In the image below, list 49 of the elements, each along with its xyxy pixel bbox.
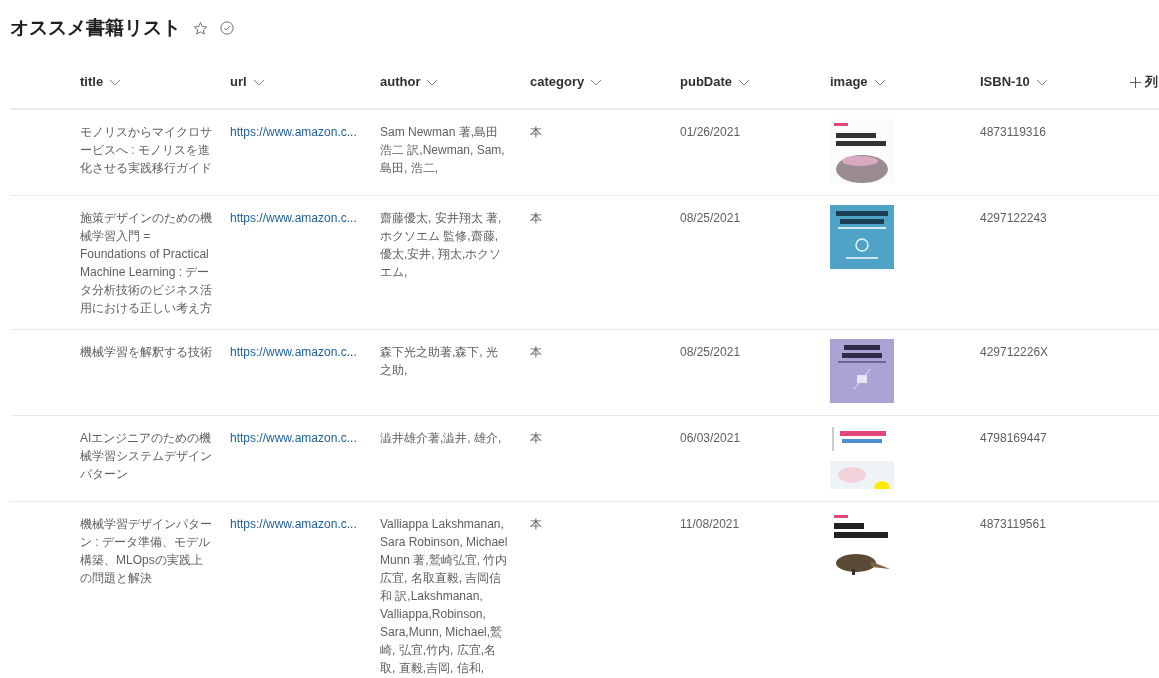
isbn-cell: 4873119561 [980, 517, 1046, 531]
url-link[interactable]: https://www.amazon.c... [230, 125, 357, 139]
column-header[interactable]: title [80, 72, 122, 92]
date-cell: 11/08/2021 [680, 517, 740, 531]
column-header[interactable]: pubDate [680, 72, 750, 92]
category-cell: 本 [530, 345, 542, 359]
column-header[interactable]: category [530, 72, 603, 92]
check-circle-icon [220, 21, 234, 35]
url-link[interactable]: https://www.amazon.c... [230, 517, 357, 531]
date-cell: 08/25/2021 [680, 211, 741, 225]
date-cell: 01/26/2021 [680, 125, 741, 139]
add-column-button[interactable]: 列 [1130, 72, 1158, 92]
category-cell: 本 [530, 125, 542, 139]
url-link[interactable]: https://www.amazon.c... [230, 431, 357, 445]
isbn-cell: 429712226X [980, 345, 1049, 359]
chevron-down-icon [109, 78, 122, 86]
title-cell-text: 機械学習を解釈する技術 [80, 344, 212, 361]
isbn-cell: 4297122243 [980, 211, 1047, 225]
column-header[interactable]: image [830, 72, 886, 92]
category-cell: 本 [530, 211, 542, 225]
column-header[interactable]: author [380, 72, 439, 92]
category-cell: 本 [530, 517, 542, 531]
chevron-down-icon [252, 78, 265, 86]
chevron-down-icon [1035, 78, 1048, 86]
author-cell-text: 森下光之助著,森下, 光之助, [380, 344, 499, 379]
column-header[interactable]: url [230, 72, 265, 92]
title-cell-text: 機械学習デザインパターン : データ準備、モデル構築、MLOpsの実践上の問題と解決 [80, 516, 212, 587]
url-link[interactable]: https://www.amazon.c... [230, 345, 357, 359]
title-cell-text: モノリスからマイクロサービスへ : モノリスを進化させる実践移行ガイド [80, 124, 212, 177]
author-cell-text: Sam Newman 著,島田浩二 訳,Newman, Sam,島田, 浩二, [380, 124, 506, 177]
author-cell-text: 齋藤優太, 安井翔太 著, ホクソエム 監修,齋藤, 優太,安井, 翔太,ホクソエム, [380, 210, 503, 281]
title-cell-text: AIエンジニアのための機械学習システムデザインパターン [80, 430, 212, 483]
plus-icon [1130, 76, 1141, 88]
title-cell-text: 施策デザインのための機械学習入門 = Foundations of Practical Machine Learning : データ分析技術のビジネス活用における正しい考え方 [80, 210, 212, 317]
list-title: オススメ書籍リスト [10, 15, 181, 40]
isbn-cell: 4798169447 [980, 431, 1047, 445]
isbn-cell: 4873119316 [980, 125, 1046, 139]
url-link[interactable]: https://www.amazon.c... [230, 211, 357, 225]
date-cell: 08/25/2021 [680, 345, 741, 359]
date-cell: 06/03/2021 [680, 431, 741, 445]
chevron-down-icon [426, 78, 439, 86]
author-cell-text: Valliappa Lakshmanan, Sara Robinson, Michael Munn 著,鷲崎弘宜, 竹内広宜, 名取直毅, 吉岡信和 訳,Lakshmanan, Valliappa,Robinson, Sara,Munn, Michael,鷲崎, 弘宜,竹内, 広宜,名取, 直毅,吉岡, 信和, [380, 516, 508, 677]
chevron-down-icon [873, 78, 886, 86]
category-cell: 本 [530, 431, 542, 445]
chevron-down-icon [590, 78, 603, 86]
chevron-down-icon [738, 78, 750, 86]
favorite-star-icon[interactable] [193, 20, 208, 36]
column-header[interactable]: ISBN-10 [980, 72, 1048, 92]
author-cell-text: 澁井雄介著,澁井, 雄介, [380, 430, 503, 447]
